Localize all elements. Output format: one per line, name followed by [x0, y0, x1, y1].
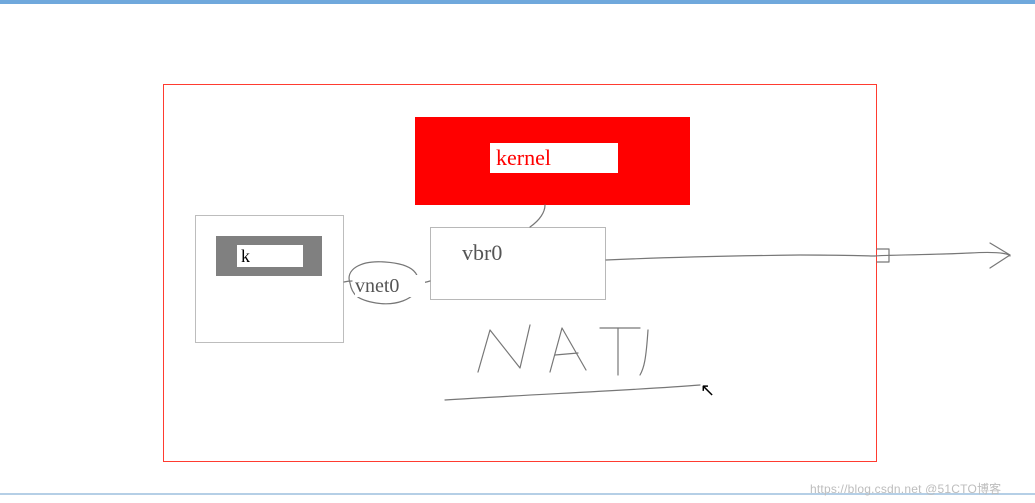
kernel-label: kernel: [490, 143, 618, 173]
diagram-canvas: kernel k vbr0 vnet0 ↖ https://blog.csdn.…: [0, 0, 1035, 503]
cursor-icon: ↖: [700, 380, 715, 401]
top-rule: [0, 0, 1035, 4]
watermark: https://blog.csdn.net @51CTO博客: [810, 480, 1001, 497]
vnet-label: vnet0: [355, 275, 425, 297]
k-label: k: [237, 245, 303, 267]
vbr-label: vbr0: [462, 240, 542, 266]
vm-box: [195, 215, 344, 343]
